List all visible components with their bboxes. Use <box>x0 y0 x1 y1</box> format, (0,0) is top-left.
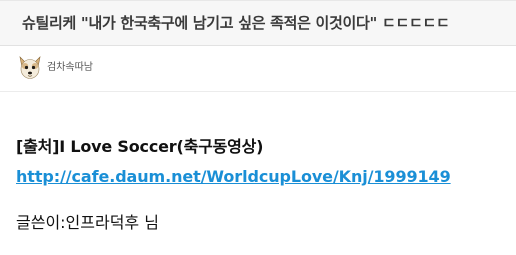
author-name[interactable]: 검차속따남 <box>47 61 93 75</box>
source-link[interactable]: http://cafe.daum.net/WorldcupLove/Knj/19… <box>16 164 451 190</box>
post-body: [출처]I Love Soccer(축구동영상) http://cafe.dau… <box>16 134 506 236</box>
post-title-bar: 슈틸리케 "내가 한국축구에 남기고 싶은 족적은 이것이다" ㄷㄷㄷㄷㄷ <box>0 0 516 46</box>
post-title: 슈틸리케 "내가 한국축구에 남기고 싶은 족적은 이것이다" ㄷㄷㄷㄷㄷ <box>22 14 450 32</box>
source-label: [출처]I Love Soccer(축구동영상) <box>16 137 264 156</box>
author-avatar[interactable] <box>17 54 43 82</box>
author-credit: 글쓴이:인프라덕후 님 <box>16 213 159 232</box>
